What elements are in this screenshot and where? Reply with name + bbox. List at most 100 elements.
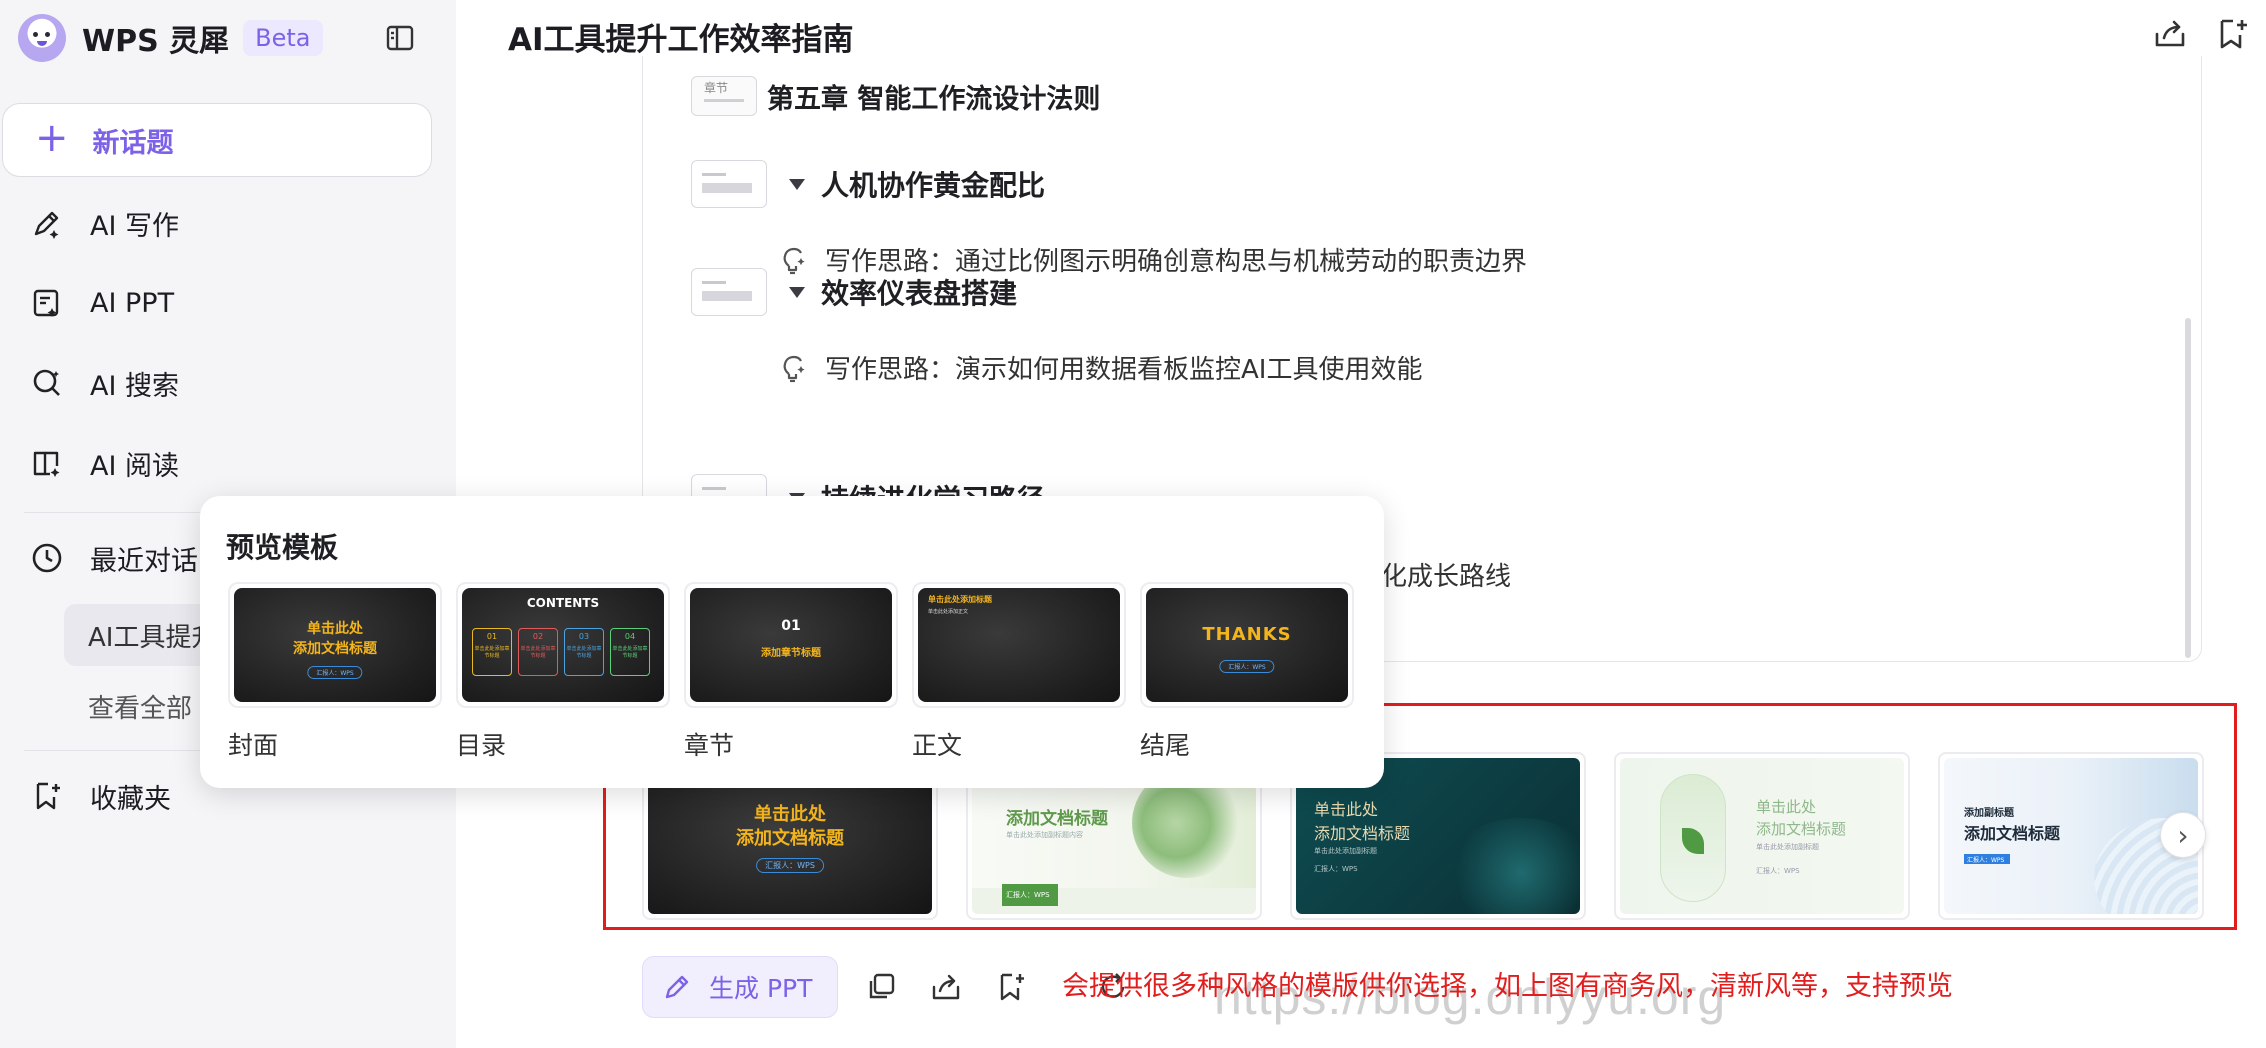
writing-idea: 化成长路线 xyxy=(1381,556,1511,593)
template-title-line: 添加文档标题 xyxy=(1314,824,1411,843)
preview-body-slide[interactable]: 单击此处添加标题 单击此处添加正文 xyxy=(912,582,1126,708)
outline-section[interactable]: 人机协作黄金配比 xyxy=(691,160,1045,208)
preview-ending-slide[interactable]: THANKS 汇报人：WPS xyxy=(1140,582,1354,708)
toc-item: 单击此处添加章节标题 xyxy=(612,646,648,659)
slide-thumbnail xyxy=(691,268,767,316)
see-all-link[interactable]: 查看全部 xyxy=(88,688,192,725)
brand: WPS 灵犀 Beta xyxy=(18,14,323,62)
toc-item: 单击此处添加章节标题 xyxy=(520,646,556,659)
slide-title-line: 单击此处 xyxy=(307,621,363,637)
slide-preview: 01 添加章节标题 xyxy=(690,588,892,702)
collapse-triangle-icon[interactable] xyxy=(789,178,805,190)
sidebar-item-ai-ppt[interactable]: AI PPT xyxy=(30,278,174,328)
slide-thumbnail xyxy=(691,160,767,208)
app-logo xyxy=(18,14,66,62)
writing-idea-text: 化成长路线 xyxy=(1381,562,1512,592)
bookmark-add-icon[interactable] xyxy=(994,970,1028,1004)
toc-number: 03 xyxy=(578,632,590,641)
pen-sparkle-icon xyxy=(34,211,59,239)
slide-tag: 汇报人：WPS xyxy=(307,666,363,679)
slide-tag: 汇报人：WPS xyxy=(1219,660,1275,673)
toc-heading: CONTENTS xyxy=(526,596,600,610)
section-title: 效率仪表盘搭建 xyxy=(821,277,1018,310)
sidebar-toggle-icon[interactable] xyxy=(384,22,416,54)
chapter-badge-label: 章节 xyxy=(704,81,729,95)
share-icon[interactable] xyxy=(2152,16,2188,52)
slide-preview: THANKS 汇报人：WPS xyxy=(1146,588,1348,702)
sidebar-item-label: AI 阅读 xyxy=(90,450,180,482)
generate-ppt-button[interactable]: 生成 PPT xyxy=(642,956,838,1018)
outline-section[interactable]: 效率仪表盘搭建 xyxy=(691,268,1017,316)
book-icon xyxy=(33,451,60,477)
chevron-right-icon: › xyxy=(2177,818,2189,852)
popup-title: 预览模板 xyxy=(226,531,339,564)
template-subtitle: 添加副标题 xyxy=(1964,808,2014,819)
section-title: 人机协作黄金配比 xyxy=(821,169,1046,202)
preview-label: 正文 xyxy=(912,731,963,760)
template-title-line: 单击此处 xyxy=(754,804,826,825)
template-card[interactable]: 单击此处 添加文档标题 单击此处添加副标题 汇报人：WPS xyxy=(1614,752,1910,920)
section-number: 01 xyxy=(781,618,801,634)
generate-ppt-label: 生成 PPT xyxy=(709,974,813,1003)
beta-badge: Beta xyxy=(243,20,323,56)
slide-preview: CONTENTS 01 单击此处添加章节标题 02 单击此处添加章节标题 03 单击此… xyxy=(462,588,664,702)
toc-number: 01 xyxy=(486,632,498,641)
toc-number: 02 xyxy=(532,632,544,641)
sidebar-item-ai-search[interactable]: AI 搜索 xyxy=(30,358,179,408)
lightbulb-icon xyxy=(783,355,805,382)
template-title-line: 添加文档标题 xyxy=(1756,820,1847,838)
preview-cover-slide[interactable]: 单击此处 添加文档标题 汇报人：WPS xyxy=(228,582,442,708)
sidebar-item-ai-writing[interactable]: AI 写作 xyxy=(30,198,179,248)
template-title-line: 添加文档标题 xyxy=(736,828,844,849)
slide-preview: 单击此处添加标题 单击此处添加正文 xyxy=(918,588,1120,702)
template-tag: 汇报人：WPS xyxy=(1756,867,1800,875)
body-text: 单击此处添加正文 xyxy=(928,609,969,615)
preview-template-popup: 预览模板 单击此处 添加文档标题 汇报人：WPS CONTENTS 01 单击此处… xyxy=(200,496,1384,788)
chapter-row[interactable]: 章节 第五章 智能工作流设计法则 xyxy=(691,76,1100,116)
template-title-line: 单击此处 xyxy=(1314,800,1379,819)
slide-preview: 单击此处 添加文档标题 汇报人：WPS xyxy=(234,588,436,702)
collapse-triangle-icon[interactable] xyxy=(789,286,805,298)
preview-label: 目录 xyxy=(456,731,507,760)
template-title-line: 单击此处 xyxy=(1756,798,1817,816)
preview-label: 封面 xyxy=(228,731,279,760)
sidebar-item-label: 收藏夹 xyxy=(90,783,171,815)
template-subtitle: 单击此处添加副标题内容 xyxy=(1006,831,1083,839)
sidebar-item-label: AI 搜索 xyxy=(90,370,180,402)
sidebar-item-ai-reading[interactable]: AI 阅读 xyxy=(30,438,179,488)
sidebar-item-label: AI 写作 xyxy=(90,210,180,242)
toc-number: 04 xyxy=(624,632,636,641)
floral-illustration xyxy=(1446,818,1580,914)
body-title: 单击此处添加标题 xyxy=(928,595,992,604)
preview-section-slide[interactable]: 01 添加章节标题 xyxy=(684,582,898,708)
copy-icon[interactable] xyxy=(864,970,898,1004)
template-tag: 汇报人：WPS xyxy=(756,858,824,873)
scrollbar[interactable] xyxy=(2185,318,2191,658)
bookmark-add-icon[interactable] xyxy=(2214,16,2250,52)
template-tag: 汇报人：WPS xyxy=(1002,884,1058,906)
slide-title-line: 添加文档标题 xyxy=(293,641,377,657)
annotation-text: 会提供很多种风格的模版供你选择，如上图有商务风，清新风等，支持预览 xyxy=(1062,971,1953,1002)
clock-icon xyxy=(32,543,62,573)
search-sparkle-icon xyxy=(33,369,60,396)
template-tag: 汇报人：WPS xyxy=(1964,854,2010,864)
template-tag: 汇报人：WPS xyxy=(1314,865,1358,873)
toc-item: 单击此处添加章节标题 xyxy=(474,646,510,659)
slides-icon xyxy=(33,289,59,317)
page-title: AI工具提升工作效率指南 xyxy=(508,22,854,58)
sidebar-item-recent[interactable]: 最近对话 xyxy=(30,533,198,583)
writing-idea-text: 写作思路：演示如何用数据看板监控AI工具使用效能 xyxy=(825,355,1423,385)
new-topic-button[interactable]: + 新话题 xyxy=(2,103,432,177)
chapter-thumbnail: 章节 xyxy=(691,76,757,116)
toc-item: 单击此处添加章节标题 xyxy=(566,646,602,659)
share-icon[interactable] xyxy=(929,970,963,1004)
pencil-icon xyxy=(665,975,689,999)
preview-toc-slide[interactable]: CONTENTS 01 单击此处添加章节标题 02 单击此处添加章节标题 03 单击此… xyxy=(456,582,670,708)
sidebar-item-label: 最近对话 xyxy=(90,545,198,577)
writing-idea: 写作思路：演示如何用数据看板监控AI工具使用效能 xyxy=(779,349,1422,386)
plus-icon: + xyxy=(35,115,69,161)
new-topic-label: 新话题 xyxy=(92,127,174,159)
next-templates-button[interactable]: › xyxy=(2160,812,2206,858)
section-title: 添加章节标题 xyxy=(761,648,821,659)
sidebar-item-favorites[interactable]: 收藏夹 xyxy=(30,771,171,821)
